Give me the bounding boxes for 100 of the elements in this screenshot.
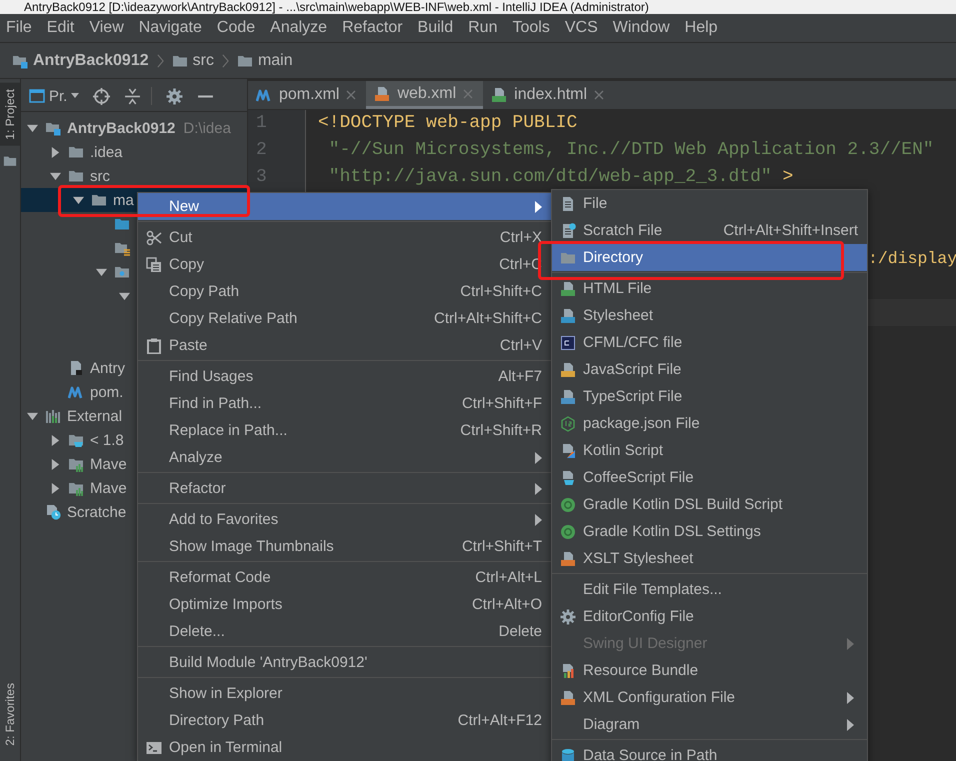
menu-item[interactable]: Data Source in Path xyxy=(552,742,867,761)
menu-item[interactable]: Kotlin Script xyxy=(552,437,867,464)
menu-item[interactable]: Show in Explorer xyxy=(138,680,551,707)
xml-file-icon xyxy=(560,550,576,566)
menu-item[interactable]: Run xyxy=(468,19,498,37)
menu-item[interactable]: Directory xyxy=(552,244,867,271)
menu-item[interactable]: Cut Ctrl+X xyxy=(138,224,551,251)
expand-toggle-icon[interactable] xyxy=(50,434,60,446)
menu-item[interactable]: Build Module 'AntryBack0912' xyxy=(138,649,551,676)
tool-window-tab[interactable]: 1: Project xyxy=(0,83,20,146)
collapse-icon[interactable] xyxy=(124,88,142,104)
expand-toggle-icon[interactable] xyxy=(50,458,60,470)
menu-item[interactable]: Optimize Imports Ctrl+Alt+O xyxy=(138,591,551,618)
menu-item[interactable]: Build xyxy=(418,19,454,37)
crosshair-icon[interactable] xyxy=(93,88,110,104)
menu-item[interactable]: JavaScript File xyxy=(552,356,867,383)
expand-toggle-icon[interactable] xyxy=(50,482,60,494)
menu-item[interactable]: Navigate xyxy=(138,19,202,37)
menu-item[interactable]: Find in Path... Ctrl+Shift+F xyxy=(138,390,551,417)
tree-item[interactable]: Mave xyxy=(90,480,127,496)
menu-item[interactable]: Add to Favorites xyxy=(138,506,551,533)
menu-item[interactable]: Replace in Path... Ctrl+Shift+R xyxy=(138,417,551,444)
folder-icon xyxy=(91,192,107,208)
menu-item[interactable]: Help xyxy=(684,19,718,37)
menu-item[interactable]: XML Configuration File xyxy=(552,684,867,711)
tool-window-tab[interactable]: 2: Favorites xyxy=(0,677,20,752)
expand-toggle-icon[interactable] xyxy=(50,146,60,158)
tree-item[interactable]: AntryBack0912 xyxy=(67,120,176,136)
menu-item[interactable]: Copy Relative Path Ctrl+Alt+Shift+C xyxy=(138,305,551,332)
html-file-icon xyxy=(560,280,576,296)
menu-item[interactable]: package.json File xyxy=(552,410,867,437)
tree-item[interactable]: Antry xyxy=(90,360,126,376)
tree-item[interactable]: Scratche xyxy=(67,504,126,520)
menu-item[interactable]: XSLT Stylesheet xyxy=(552,545,867,572)
menu-item[interactable]: Find Usages Alt+F7 xyxy=(138,363,551,390)
tree-item[interactable]: src xyxy=(90,168,110,184)
menu-item[interactable]: Code xyxy=(216,19,256,37)
menu-item[interactable]: Refactor xyxy=(342,19,403,37)
menu-item[interactable]: Reformat Code Ctrl+Alt+L xyxy=(138,564,551,591)
menu-item[interactable]: Refactor xyxy=(138,475,551,502)
tree-item[interactable]: External xyxy=(67,408,122,424)
expand-toggle-icon[interactable] xyxy=(96,266,106,278)
menu-item[interactable]: Diagram xyxy=(552,711,867,738)
expand-toggle-icon[interactable] xyxy=(50,170,60,182)
menu-item[interactable]: Edit File Templates... xyxy=(552,576,867,603)
stylesheet-file-icon xyxy=(560,308,576,324)
shortcut-text: Ctrl+Alt+F12 xyxy=(458,712,542,729)
breadcrumb-item[interactable]: src xyxy=(192,52,214,70)
expand-toggle-icon[interactable] xyxy=(72,194,84,206)
menu-item[interactable]: Edit xyxy=(46,19,74,37)
tree-item[interactable]: .idea xyxy=(90,144,123,160)
editor-tab[interactable]: pom.xml xyxy=(248,81,366,109)
menu-item[interactable]: HTML File xyxy=(552,275,867,302)
shortcut-text: Ctrl+Alt+Shift+C xyxy=(434,310,542,327)
menu-item[interactable]: Tools xyxy=(512,19,550,37)
menu-item[interactable]: EditorConfig File xyxy=(552,603,867,630)
tree-item[interactable]: ma xyxy=(113,192,134,208)
menu-item[interactable]: Delete... Delete xyxy=(138,618,551,645)
circle-logo-icon xyxy=(560,496,576,512)
menu-item[interactable]: Analyze xyxy=(138,444,551,471)
menu-item[interactable]: Gradle Kotlin DSL Build Script xyxy=(552,491,867,518)
folder-icon xyxy=(68,168,84,184)
menu-item[interactable]: Show Image Thumbnails Ctrl+Shift+T xyxy=(138,533,551,560)
breadcrumb-item[interactable]: AntryBack0912 xyxy=(33,52,149,70)
view-selector[interactable]: Pr. xyxy=(29,88,80,104)
menu-item[interactable]: Gradle Kotlin DSL Settings xyxy=(552,518,867,545)
menu-item[interactable]: Open in Terminal xyxy=(138,734,551,761)
editor-tab[interactable]: web.xml xyxy=(366,81,484,109)
menu-item[interactable]: Paste Ctrl+V xyxy=(138,332,551,359)
menu-item[interactable]: New xyxy=(138,193,551,220)
menu-item[interactable]: Analyze xyxy=(270,19,328,37)
menu-item[interactable]: Resource Bundle xyxy=(552,657,867,684)
menu-item[interactable]: Window xyxy=(612,19,670,37)
expand-toggle-icon[interactable] xyxy=(26,122,38,134)
menu-item[interactable]: File xyxy=(552,190,867,217)
menu-item[interactable]: CoffeeScript File xyxy=(552,464,867,491)
tree-item[interactable]: < 1.8 xyxy=(90,432,124,448)
clock-file-icon xyxy=(45,504,61,520)
tree-item[interactable]: pom. xyxy=(90,384,124,400)
tree-item[interactable]: Mave xyxy=(90,456,127,472)
menu-item[interactable]: Scratch File Ctrl+Alt+Shift+Insert xyxy=(552,217,867,244)
settings-icon[interactable] xyxy=(166,88,184,104)
breadcrumb-item[interactable]: main xyxy=(258,52,293,70)
menu-item[interactable]: View xyxy=(89,19,124,37)
menu-item[interactable]: CFML/CFC file xyxy=(552,329,867,356)
menu-item[interactable]: Directory Path Ctrl+Alt+F12 xyxy=(138,707,551,734)
menu-item[interactable]: Stylesheet xyxy=(552,302,867,329)
shortcut-text: Ctrl+Shift+T xyxy=(462,538,542,555)
menu-item[interactable]: VCS xyxy=(564,19,598,37)
shortcut-text: Ctrl+Alt+Shift+Insert xyxy=(723,222,858,239)
expand-toggle-icon[interactable] xyxy=(26,410,38,422)
expand-toggle-icon[interactable] xyxy=(118,290,130,302)
menu-item[interactable]: TypeScript File xyxy=(552,383,867,410)
editor-tab[interactable]: index.html xyxy=(483,81,614,109)
circle-logo-icon xyxy=(560,524,576,540)
menu-item[interactable]: File xyxy=(6,19,32,37)
database-icon xyxy=(560,748,576,761)
html-file-icon xyxy=(491,87,508,103)
folder-icon xyxy=(68,144,84,160)
menu-item[interactable]: Copy Path Ctrl+Shift+C xyxy=(138,278,551,305)
